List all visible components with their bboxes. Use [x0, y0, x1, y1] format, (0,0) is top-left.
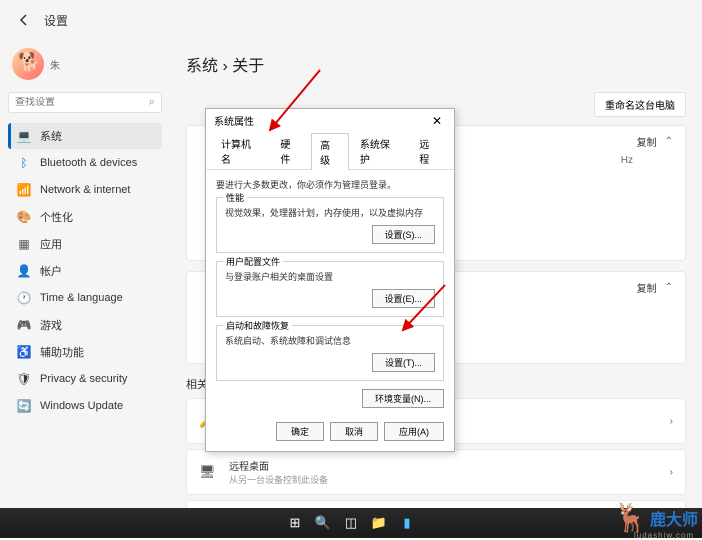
apply-button[interactable]: 应用(A)	[384, 422, 444, 441]
chevron-up-icon[interactable]: ⌃	[665, 282, 673, 293]
group-2: 启动和故障恢复 系统启动、系统故障和调试信息 设置(T)...	[216, 325, 444, 381]
sidebar-item-7[interactable]: 🎮 游戏	[8, 312, 162, 338]
nav-label: 系统	[40, 128, 62, 144]
search-icon: ⌕	[149, 96, 155, 109]
related-item-1[interactable]: 🖥 远程桌面从另一台设备控制此设备 ›	[186, 449, 686, 495]
nav-label: 应用	[40, 236, 62, 252]
related-icon: 🖥	[199, 464, 219, 480]
close-icon[interactable]: ✕	[428, 114, 446, 128]
sidebar-item-5[interactable]: 👤 帐户	[8, 258, 162, 284]
taskbar[interactable]: ⊞ 🔍 ◫ 📁 ▮	[0, 508, 702, 538]
copy-button[interactable]: 复制	[637, 280, 657, 295]
chevron-right-icon: ›	[670, 416, 673, 427]
search-input[interactable]	[15, 97, 149, 108]
app-icon[interactable]: ▮	[395, 511, 419, 535]
breadcrumb-parent[interactable]: 系统	[186, 58, 218, 75]
task-view-icon[interactable]: ◫	[339, 511, 363, 535]
sidebar-item-4[interactable]: ▦ 应用	[8, 231, 162, 257]
dialog-title: 系统属性	[214, 113, 254, 128]
nav-icon: ♿	[16, 344, 32, 360]
tab-0[interactable]: 计算机名	[212, 132, 269, 169]
nav-icon: 🔄	[16, 398, 32, 414]
user-label: 朱	[50, 57, 60, 72]
user-profile[interactable]: 朱	[8, 44, 162, 84]
nav-label: 游戏	[40, 317, 62, 333]
chevron-up-icon[interactable]: ⌃	[665, 136, 673, 147]
nav-icon: 💻	[16, 128, 32, 144]
ok-button[interactable]: 确定	[276, 422, 324, 441]
sidebar-item-8[interactable]: ♿ 辅助功能	[8, 339, 162, 365]
nav-label: 辅助功能	[40, 344, 84, 360]
explorer-icon[interactable]: 📁	[367, 511, 391, 535]
nav-label: Network & internet	[40, 184, 130, 196]
tab-2[interactable]: 高级	[311, 133, 349, 170]
rename-pc-button[interactable]: 重命名这台电脑	[594, 92, 686, 117]
nav-icon: 👤	[16, 263, 32, 279]
breadcrumb-current: 关于	[232, 58, 264, 75]
nav-label: Bluetooth & devices	[40, 157, 137, 169]
window-title: 设置	[44, 12, 68, 29]
sidebar-item-10[interactable]: 🔄 Windows Update	[8, 393, 162, 419]
nav-icon: 🕐	[16, 290, 32, 306]
nav-icon: 🎨	[16, 209, 32, 225]
breadcrumb: 系统 › 关于	[186, 48, 686, 80]
search-box[interactable]: ⌕	[8, 92, 162, 113]
nav-icon: ▦	[16, 236, 32, 252]
tab-4[interactable]: 远程	[410, 132, 448, 169]
tab-1[interactable]: 硬件	[271, 132, 309, 169]
system-properties-dialog: 系统属性 ✕ 计算机名硬件高级系统保护远程 要进行大多数更改，你必须作为管理员登…	[205, 108, 455, 452]
nav-icon: ᛒ	[16, 155, 32, 171]
settings-button-1[interactable]: 设置(E)...	[372, 289, 436, 308]
nav-icon: 📶	[16, 182, 32, 198]
sidebar: 朱 ⌕ 💻 系统 ᛒ Bluetooth & devices 📶 Network & in…	[0, 40, 170, 538]
copy-button[interactable]: 复制	[637, 134, 657, 149]
nav-label: 帐户	[40, 263, 62, 279]
nav-label: Windows Update	[40, 400, 123, 412]
nav-label: Time & language	[40, 292, 123, 304]
nav-label: Privacy & security	[40, 373, 127, 385]
sidebar-item-6[interactable]: 🕐 Time & language	[8, 285, 162, 311]
sidebar-item-1[interactable]: ᛒ Bluetooth & devices	[8, 150, 162, 176]
env-variables-button[interactable]: 环境变量(N)...	[362, 389, 444, 408]
sidebar-item-9[interactable]: 🛡 Privacy & security	[8, 366, 162, 392]
sidebar-item-3[interactable]: 🎨 个性化	[8, 204, 162, 230]
nav-label: 个性化	[40, 209, 73, 225]
nav-icon: 🎮	[16, 317, 32, 333]
settings-button-2[interactable]: 设置(T)...	[372, 353, 435, 372]
nav-icon: 🛡	[16, 371, 32, 387]
start-icon[interactable]: ⊞	[283, 511, 307, 535]
tab-3[interactable]: 系统保护	[351, 132, 408, 169]
settings-button-0[interactable]: 设置(S)...	[372, 225, 436, 244]
group-1: 用户配置文件 与登录账户相关的桌面设置 设置(E)...	[216, 261, 444, 317]
search-icon[interactable]: 🔍	[311, 511, 335, 535]
back-button[interactable]	[12, 8, 36, 32]
avatar	[12, 48, 44, 80]
sidebar-item-2[interactable]: 📶 Network & internet	[8, 177, 162, 203]
sidebar-item-0[interactable]: 💻 系统	[8, 123, 162, 149]
cancel-button[interactable]: 取消	[330, 422, 378, 441]
chevron-right-icon: ›	[670, 467, 673, 478]
group-0: 性能 视觉效果，处理器计划，内存使用，以及虚拟内存 设置(S)...	[216, 197, 444, 253]
admin-note: 要进行大多数更改，你必须作为管理员登录。	[216, 178, 444, 191]
dialog-tabs: 计算机名硬件高级系统保护远程	[206, 132, 454, 170]
